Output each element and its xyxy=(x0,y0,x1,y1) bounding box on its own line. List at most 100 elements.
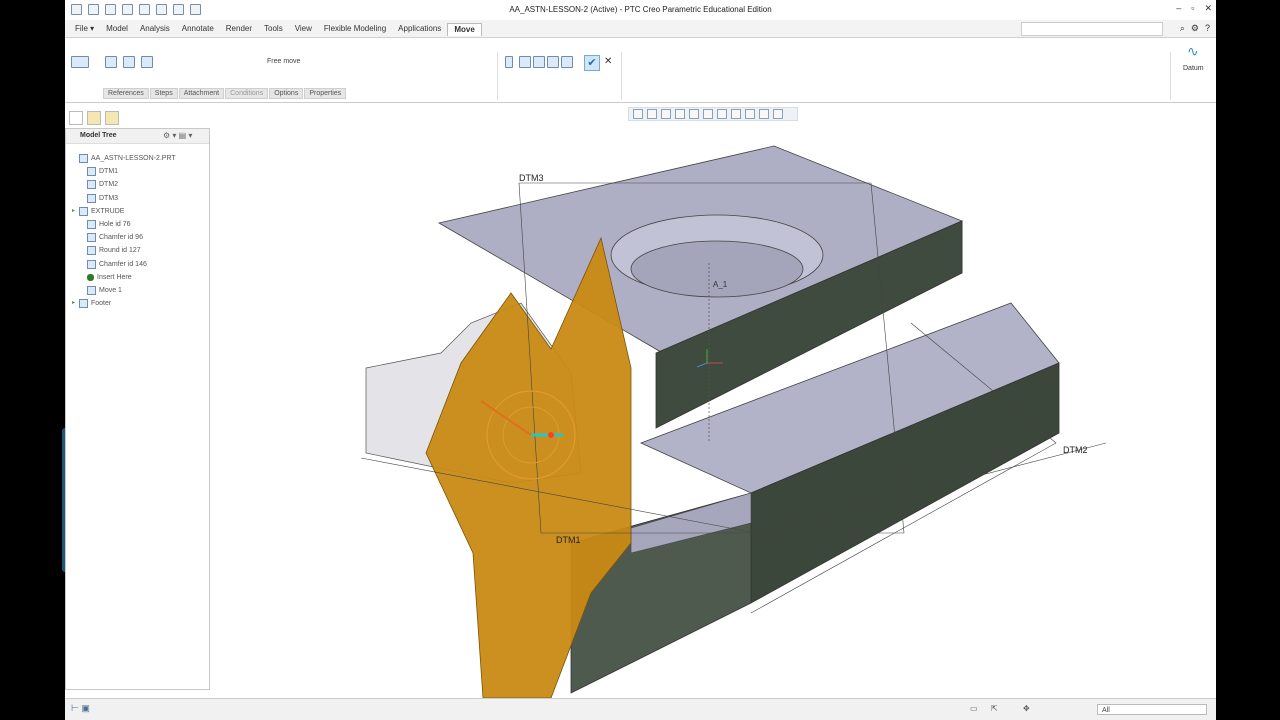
smart-select-icon[interactable]: ✥ xyxy=(1023,704,1030,713)
drag-plane-icon[interactable] xyxy=(141,56,153,68)
tab-flexible-modeling[interactable]: Flexible Modeling xyxy=(318,23,392,36)
tab-analysis[interactable]: Analysis xyxy=(134,23,176,36)
search-icon[interactable]: ⌕ xyxy=(1180,23,1185,34)
repaint-icon[interactable] xyxy=(675,109,685,119)
close-button[interactable]: ✕ xyxy=(1204,3,1212,14)
tree-item[interactable]: ▸ Footer xyxy=(72,297,176,310)
datum-label-dtm1: DTM1 xyxy=(556,535,581,545)
window-title: AA_ASTN-LESSON-2 (Active) - PTC Creo Par… xyxy=(509,5,772,14)
ribbon-divider xyxy=(621,52,622,100)
graphics-window[interactable]: DTM3 DTM2 DTM1 A_1 xyxy=(211,123,1216,698)
tab-model[interactable]: Model xyxy=(100,23,134,36)
settings-icon[interactable]: ⚙ xyxy=(1191,23,1199,34)
window-controls: – ▫ ✕ xyxy=(1176,3,1212,14)
tab-tools[interactable]: Tools xyxy=(258,23,289,36)
restore-button[interactable]: ▫ xyxy=(1191,3,1194,14)
navigator-tabs xyxy=(69,111,119,125)
zoom-out-icon[interactable] xyxy=(661,109,671,119)
favorites-tab-icon[interactable] xyxy=(105,111,119,125)
extrude-icon xyxy=(79,206,88,216)
subtab-steps[interactable]: Steps xyxy=(149,88,178,99)
round-icon xyxy=(87,246,96,256)
ok-button[interactable]: ✔ xyxy=(584,55,600,71)
drag-origin-point[interactable] xyxy=(548,432,554,438)
tab-file[interactable]: File ▾ xyxy=(69,23,100,36)
regen-status-icon[interactable]: ▭ xyxy=(970,704,978,713)
expand-toggle[interactable]: ▸ xyxy=(72,205,79,218)
datum-label[interactable]: Datum xyxy=(1183,65,1204,72)
preview-icon[interactable] xyxy=(519,56,531,68)
subtab-properties[interactable]: Properties xyxy=(304,88,347,99)
help-icon[interactable]: ? xyxy=(1205,23,1210,34)
ribbon-divider xyxy=(1170,52,1171,100)
tree-item-label: EXTRUDE xyxy=(91,207,125,215)
pause-icon[interactable] xyxy=(505,56,513,68)
tree-item-label: DTM1 xyxy=(99,168,119,176)
selection-filter[interactable]: All xyxy=(1097,704,1207,715)
annotation-display-icon[interactable] xyxy=(759,109,769,119)
expand-toggle[interactable]: ▸ xyxy=(72,297,79,310)
subtab-references[interactable]: References xyxy=(103,88,149,99)
tree-settings-icon[interactable]: ⚙ ▾ ▤ ▾ xyxy=(163,131,192,140)
status-icons[interactable]: ⊢ ▣ xyxy=(71,703,90,714)
tab-applications[interactable]: Applications xyxy=(392,23,447,36)
tree-item[interactable]: Move 1 xyxy=(72,284,176,297)
ribbon-tab-bar: File ▾ Model Analysis Annotate Render To… xyxy=(65,20,1216,38)
datum-plane-icon xyxy=(87,167,96,177)
minimize-button[interactable]: – xyxy=(1176,3,1181,14)
display-style-icon[interactable] xyxy=(689,109,699,119)
hole-icon xyxy=(87,220,96,230)
creo-window: AA_ASTN-LESSON-2 (Active) - PTC Creo Par… xyxy=(65,0,1216,720)
tree-item[interactable]: DTM3 xyxy=(72,192,176,205)
free-move-label: Free move xyxy=(267,58,301,65)
perspective-icon[interactable] xyxy=(731,109,741,119)
model-canvas[interactable]: DTM3 DTM2 DTM1 A_1 xyxy=(211,123,1216,698)
subtab-conditions[interactable]: Conditions xyxy=(225,88,269,99)
datum-display-icon[interactable] xyxy=(745,109,755,119)
model-tree-title: Model Tree xyxy=(80,132,117,139)
tree-item[interactable]: Chamfer id 146 xyxy=(72,258,176,271)
refit-icon[interactable] xyxy=(633,109,643,119)
search-input[interactable] xyxy=(1021,22,1163,36)
tab-annotate[interactable]: Annotate xyxy=(176,23,220,36)
datum-plane-icon xyxy=(87,193,96,203)
tab-move[interactable]: Move xyxy=(447,23,482,36)
tab-view[interactable]: View xyxy=(289,23,318,36)
preview-mode-icon[interactable] xyxy=(547,56,559,68)
tree-item[interactable]: ▸ EXTRUDE xyxy=(72,205,176,218)
file-dropdown-arrow: ▾ xyxy=(90,24,95,33)
view-manager-icon[interactable] xyxy=(717,109,727,119)
tab-render[interactable]: Render xyxy=(220,23,258,36)
tree-item[interactable]: Hole id 76 xyxy=(72,218,176,231)
spin-center-icon[interactable] xyxy=(773,109,783,119)
title-bar: AA_ASTN-LESSON-2 (Active) - PTC Creo Par… xyxy=(65,0,1216,20)
tree-item[interactable]: Chamfer id 96 xyxy=(72,231,176,244)
glasses-icon[interactable] xyxy=(561,56,573,68)
tree-item[interactable]: AA_ASTN-LESSON-2.PRT xyxy=(72,152,176,165)
datum-icon[interactable]: ∿ xyxy=(1187,43,1199,60)
saved-orientations-icon[interactable] xyxy=(703,109,713,119)
model-tree-tab-icon[interactable] xyxy=(69,111,83,125)
subtab-attachment[interactable]: Attachment xyxy=(178,88,225,99)
tree-item-label: Chamfer id 146 xyxy=(99,260,147,268)
move-icon xyxy=(87,285,96,295)
drag-edge-icon[interactable] xyxy=(123,56,135,68)
tree-item-label: DTM3 xyxy=(99,194,119,202)
tree-item[interactable]: Round id 127 xyxy=(72,244,176,257)
model-tree: AA_ASTN-LESSON-2.PRT DTM1 DTM2 DTM3 ▸ EXT… xyxy=(72,152,176,310)
drag-point-icon[interactable] xyxy=(105,56,117,68)
folder-browser-tab-icon[interactable] xyxy=(87,111,101,125)
left-letterbox xyxy=(0,0,65,720)
tree-item[interactable]: DTM1 xyxy=(72,165,176,178)
ribbon-divider xyxy=(497,52,498,100)
tree-item-label: Round id 127 xyxy=(99,247,141,255)
tree-item[interactable]: DTM2 xyxy=(72,178,176,191)
tree-item[interactable]: Insert Here xyxy=(72,271,176,284)
subtab-options[interactable]: Options xyxy=(269,88,304,99)
move-type-icon[interactable] xyxy=(71,56,89,68)
verify-icon[interactable] xyxy=(533,56,545,68)
datum-plane-icon xyxy=(87,180,96,190)
pointer-status-icon[interactable]: ⇱ xyxy=(991,704,998,713)
cancel-button[interactable]: ✕ xyxy=(604,56,612,67)
zoom-in-icon[interactable] xyxy=(647,109,657,119)
